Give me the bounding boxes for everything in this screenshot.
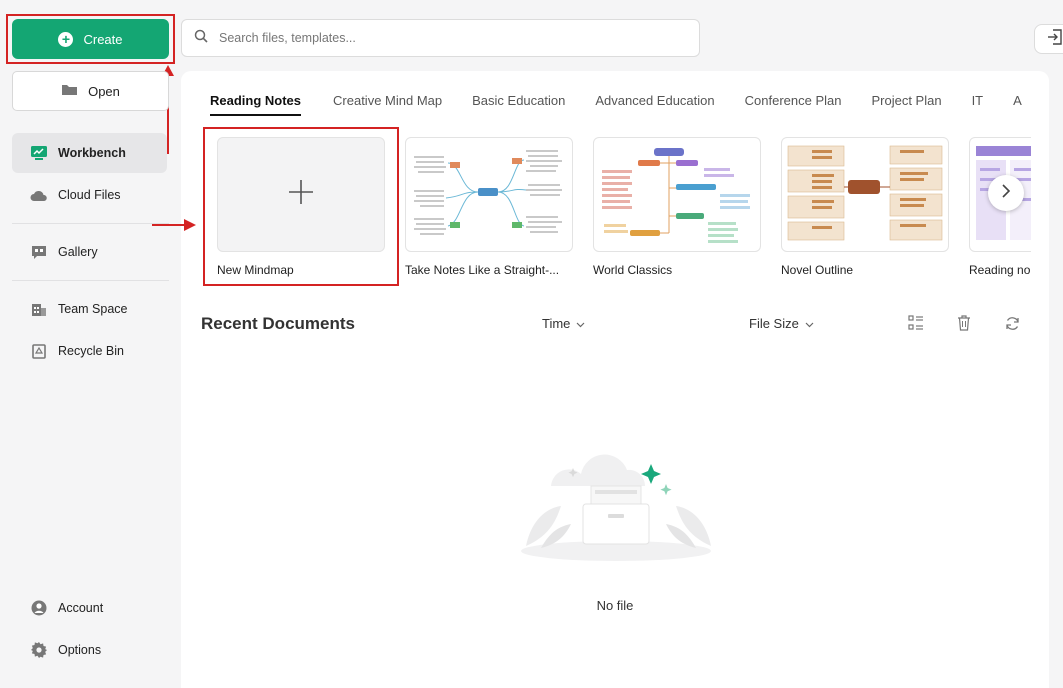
- template-label: Reading no: [969, 263, 1031, 277]
- tab-reading-notes[interactable]: Reading Notes: [210, 93, 302, 116]
- tab-more[interactable]: A: [1013, 93, 1022, 116]
- template-thumbnail: [781, 137, 949, 252]
- template-label: Novel Outline: [781, 263, 854, 277]
- tab-basic-education[interactable]: Basic Education: [472, 93, 565, 116]
- next-templates-button[interactable]: [988, 175, 1024, 211]
- gallery-icon: [30, 243, 48, 261]
- template-label: Take Notes Like a Straight-...: [405, 263, 560, 277]
- highlight-new-mindmap-box: [203, 127, 399, 286]
- sidebar-item-gallery[interactable]: Gallery: [12, 232, 167, 272]
- sidebar-item-cloud-files[interactable]: Cloud Files: [12, 175, 167, 215]
- tab-creative-mind-map[interactable]: Creative Mind Map: [333, 93, 442, 116]
- open-button[interactable]: Open: [12, 71, 169, 111]
- chevron-down-icon: [805, 316, 814, 331]
- template-thumbnail: [593, 137, 761, 252]
- tab-project-plan[interactable]: Project Plan: [871, 93, 941, 116]
- chevron-down-icon: [576, 316, 585, 331]
- folder-icon: [61, 83, 78, 99]
- cloud-icon: [30, 186, 48, 204]
- sidebar-item-label: Workbench: [58, 146, 126, 160]
- sidebar-item-label: Team Space: [58, 302, 128, 316]
- sign-in-icon: [1047, 28, 1063, 50]
- template-card-world-classics[interactable]: World Classics: [593, 137, 761, 277]
- template-tabs: Reading Notes Creative Mind Map Basic Ed…: [210, 93, 1049, 116]
- workbench-icon: [30, 144, 48, 162]
- sidebar-item-account[interactable]: Account: [12, 588, 167, 628]
- template-card-novel-outline[interactable]: Novel Outline: [781, 137, 949, 277]
- gear-icon: [30, 641, 48, 659]
- chevron-right-icon: [1001, 183, 1011, 203]
- sidebar-item-team-space[interactable]: Team Space: [12, 289, 167, 329]
- open-label: Open: [88, 83, 120, 99]
- sort-time-label: Time: [542, 316, 571, 331]
- template-card-take-notes[interactable]: Take Notes Like a Straight-...: [405, 137, 573, 277]
- template-thumbnail: [405, 137, 573, 252]
- sort-time-button[interactable]: Time: [542, 316, 585, 331]
- search-icon: [194, 29, 208, 48]
- trash-icon[interactable]: [954, 313, 974, 333]
- tab-conference-plan[interactable]: Conference Plan: [745, 93, 842, 116]
- tab-it[interactable]: IT: [972, 93, 984, 116]
- sidebar-item-label: Account: [58, 601, 104, 615]
- tab-advanced-education[interactable]: Advanced Education: [595, 93, 714, 116]
- sort-file-size-button[interactable]: File Size: [749, 316, 814, 331]
- account-icon: [30, 599, 48, 617]
- sidebar-item-workbench[interactable]: Workbench: [12, 133, 167, 173]
- empty-box-illustration: [521, 454, 711, 561]
- sidebar-item-label: Options: [58, 643, 102, 657]
- sidebar-item-label: Recycle Bin: [58, 344, 124, 358]
- login-button[interactable]: [1034, 24, 1063, 54]
- sidebar-item-recycle-bin[interactable]: Recycle Bin: [12, 331, 167, 371]
- recent-documents-title: Recent Documents: [201, 314, 355, 333]
- team-space-icon: [30, 300, 48, 318]
- sort-file-size-label: File Size: [749, 316, 799, 331]
- list-view-icon[interactable]: [906, 313, 926, 333]
- sidebar-divider: [12, 223, 169, 224]
- refresh-icon[interactable]: [1002, 313, 1022, 333]
- annotation-arrow-right: [152, 219, 196, 231]
- highlight-create-box: [6, 14, 175, 64]
- search-input[interactable]: [217, 30, 681, 46]
- sidebar-item-label: Cloud Files: [58, 188, 121, 202]
- sidebar-item-label: Gallery: [58, 245, 98, 259]
- search-bar[interactable]: [181, 19, 700, 57]
- template-label: World Classics: [593, 263, 673, 277]
- sidebar-item-options[interactable]: Options: [12, 630, 167, 670]
- empty-state-text: No file: [596, 598, 634, 613]
- sidebar-divider: [12, 280, 169, 281]
- recycle-bin-icon: [30, 342, 48, 360]
